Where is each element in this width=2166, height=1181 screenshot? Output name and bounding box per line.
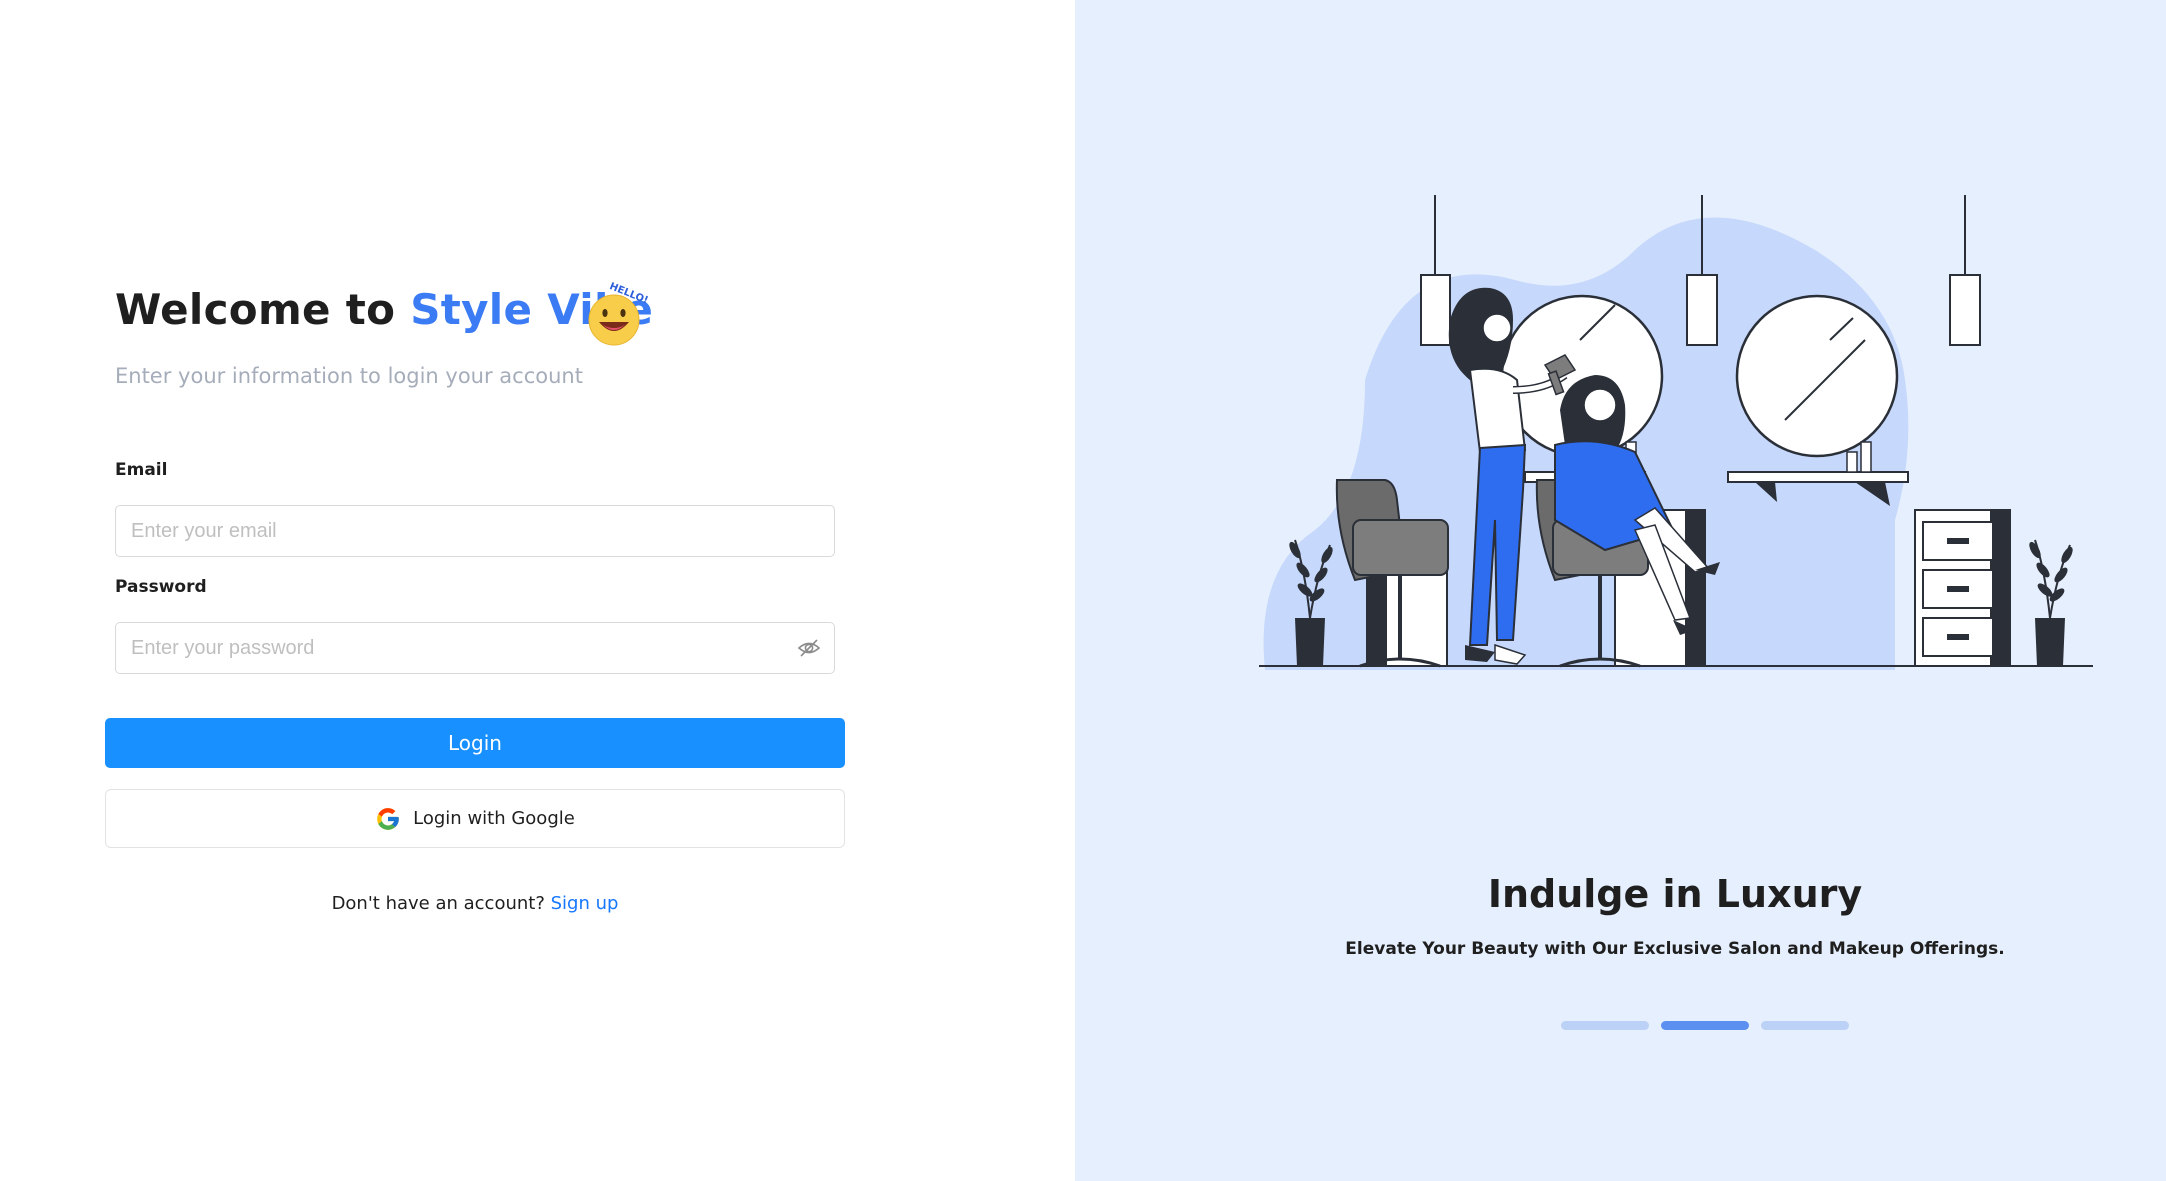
google-icon: [377, 807, 399, 830]
promo-title: Indulge in Luxury: [1487, 872, 1863, 916]
salon-illustration: [1259, 195, 2093, 670]
welcome-prefix: Welcome to: [115, 285, 411, 334]
welcome-heading: Welcome to Style Vibe: [115, 285, 653, 334]
password-input[interactable]: [115, 622, 835, 674]
promo-subtitle: Elevate Your Beauty with Our Exclusive S…: [1345, 939, 2005, 959]
signup-prompt: Don't have an account?: [331, 893, 551, 914]
carousel-dot-2[interactable]: [1661, 1021, 1749, 1030]
eye-off-icon[interactable]: [797, 636, 821, 660]
hello-emoji-icon: HELLO!: [588, 281, 650, 346]
login-button[interactable]: Login: [105, 718, 845, 768]
login-subtitle: Enter your information to login your acc…: [115, 364, 583, 388]
signup-link[interactable]: Sign up: [551, 893, 619, 914]
password-label: Password: [115, 577, 207, 597]
signup-row: Don't have an account? Sign up: [105, 893, 845, 914]
google-login-button[interactable]: Login with Google: [105, 789, 845, 848]
email-label: Email: [115, 460, 168, 480]
email-input[interactable]: [115, 505, 835, 557]
google-button-label: Login with Google: [413, 808, 575, 829]
carousel-dot-1[interactable]: [1561, 1021, 1649, 1030]
carousel-dots: [1561, 1021, 1849, 1030]
carousel-dot-3[interactable]: [1761, 1021, 1849, 1030]
